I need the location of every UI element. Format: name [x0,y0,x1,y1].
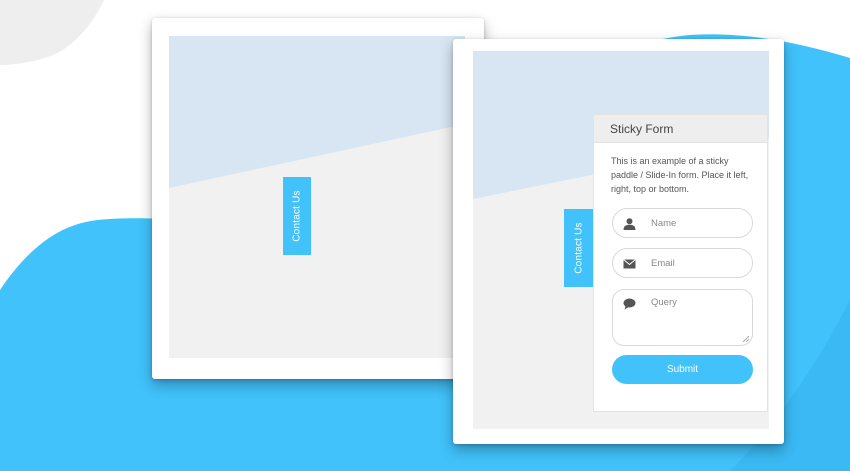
contact-us-tab[interactable]: Contact Us [564,209,593,287]
preview-screen-left [169,36,465,358]
query-textarea[interactable]: Query [612,289,753,346]
user-icon [623,218,636,230]
preview-card-left [152,18,484,379]
speech-bubble-icon [623,298,636,310]
name-placeholder: Name [651,218,677,229]
contact-us-tab-label: Contact Us [573,222,584,274]
form-description: This is an example of a sticky paddle / … [611,156,749,194]
submit-button[interactable]: Submit [612,355,753,384]
name-field[interactable]: Name [612,208,753,238]
email-placeholder: Email [651,258,675,269]
envelope-icon [623,259,636,269]
screen-background [169,36,465,358]
form-title: Sticky Form [594,115,767,143]
query-placeholder: Query [651,297,677,308]
contact-us-tab-label: Contact Us [291,190,303,242]
email-field[interactable]: Email [612,248,753,278]
resize-handle-icon[interactable] [743,336,749,342]
decor-blob-top-left [0,0,104,65]
contact-us-tab[interactable]: Contact Us [283,177,311,255]
sticky-form-panel: Sticky Form This is an example of a stic… [593,114,768,412]
